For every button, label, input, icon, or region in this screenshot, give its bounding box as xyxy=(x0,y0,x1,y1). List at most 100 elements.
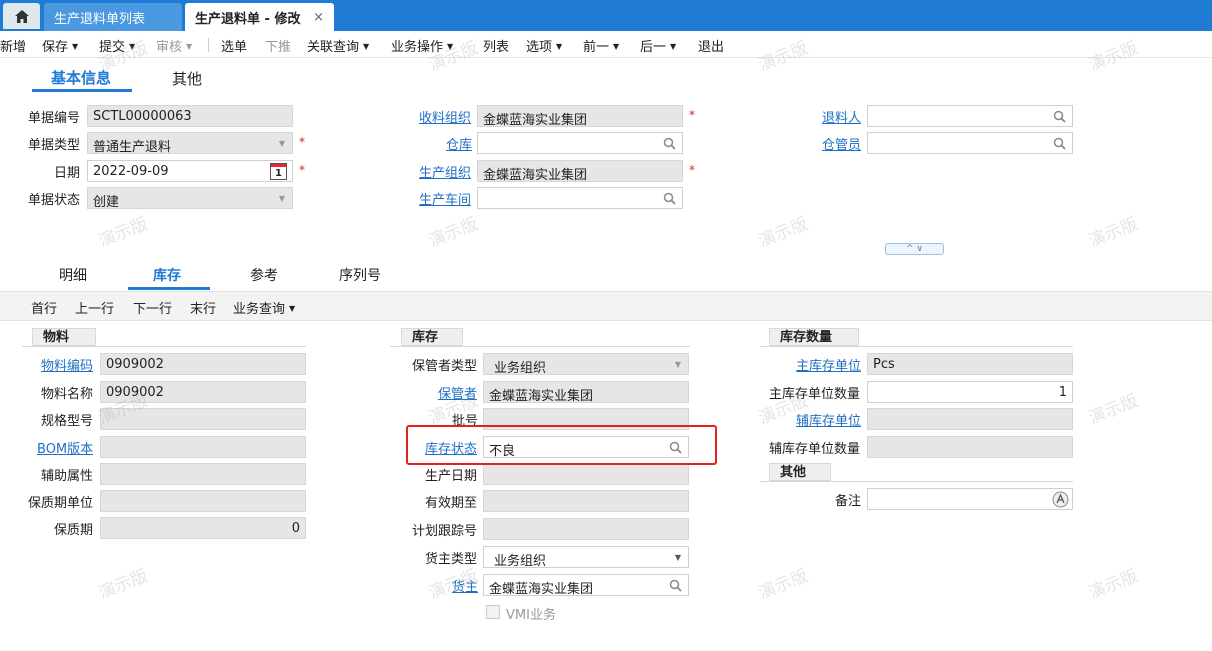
bom-field[interactable] xyxy=(100,436,306,458)
spec-field[interactable] xyxy=(100,408,306,430)
tab-detail[interactable]: 明细 xyxy=(59,265,87,285)
next-record-label: 后一 xyxy=(640,40,667,55)
tab-reference[interactable]: 参考 xyxy=(250,265,278,285)
business-query-button[interactable]: 业务查询 ▼ xyxy=(233,298,295,317)
select-bill-button[interactable]: 选单 xyxy=(221,36,247,55)
chevron-down-icon: ▼ xyxy=(129,42,136,51)
search-icon[interactable] xyxy=(663,192,676,205)
options-button[interactable]: 选项 ▼ xyxy=(526,36,562,55)
business-ops-button[interactable]: 业务操作 ▼ xyxy=(391,36,453,55)
bom-link[interactable]: BOM版本 xyxy=(37,438,93,457)
search-icon[interactable] xyxy=(669,579,682,592)
submit-button[interactable]: 提交 ▼ xyxy=(99,36,135,55)
returner-field[interactable] xyxy=(867,105,1073,127)
chevron-down-icon: ▼ xyxy=(289,304,296,313)
recv-org-link[interactable]: 收料组织 xyxy=(419,107,471,126)
main-unit-field[interactable]: Pcs xyxy=(867,353,1073,375)
vmi-checkbox[interactable] xyxy=(486,605,500,619)
remark-field[interactable] xyxy=(867,488,1073,510)
search-icon[interactable] xyxy=(1053,110,1066,123)
warehouse-link[interactable]: 仓库 xyxy=(446,134,472,153)
main-unit-link[interactable]: 主库存单位 xyxy=(796,355,861,374)
required-mark: * xyxy=(689,163,695,177)
material-section-header: 物料 xyxy=(32,328,96,346)
home-tab[interactable] xyxy=(3,3,40,29)
first-row-button[interactable]: 首行 xyxy=(31,298,57,317)
aux-qty-field[interactable] xyxy=(867,436,1073,458)
main-qty-field[interactable]: 1 xyxy=(867,381,1073,403)
bill-type-select[interactable]: 普通生产退料 ▼ xyxy=(87,132,293,154)
owner-field[interactable]: 金蝶蓝海实业集团 xyxy=(483,574,689,596)
section-divider xyxy=(22,346,306,347)
workshop-link[interactable]: 生产车间 xyxy=(419,189,471,208)
vmi-label: VMI业务 xyxy=(506,608,556,623)
keeper-link[interactable]: 仓管员 xyxy=(822,134,861,153)
owner-type-label: 货主类型 xyxy=(425,552,478,567)
prod-org-field[interactable]: 金蝶蓝海实业集团 xyxy=(477,160,683,182)
related-query-button[interactable]: 关联查询 ▼ xyxy=(307,36,369,55)
save-button[interactable]: 保存 ▼ xyxy=(42,36,78,55)
material-code-field[interactable]: 0909002 xyxy=(100,353,306,375)
multilang-icon[interactable] xyxy=(1052,491,1069,508)
spec-label: 规格型号 xyxy=(41,414,94,429)
new-button[interactable]: 新增 xyxy=(0,36,26,55)
warehouse-field[interactable] xyxy=(477,132,683,154)
workshop-field[interactable] xyxy=(477,187,683,209)
mto-label: 计划跟踪号 xyxy=(412,524,478,539)
section-divider xyxy=(390,346,690,347)
aux-attr-field[interactable] xyxy=(100,463,306,485)
recv-org-field[interactable]: 金蝶蓝海实业集团 xyxy=(477,105,683,127)
date-field[interactable]: 2022-09-09 1 xyxy=(87,160,293,182)
tab-bill-list[interactable]: 生产退料单列表 xyxy=(44,3,182,31)
collapse-toggle[interactable]: ^ ∨ xyxy=(885,243,944,255)
remark-label: 备注 xyxy=(835,494,862,509)
tab-stock[interactable]: 库存 xyxy=(153,265,181,285)
business-ops-label: 业务操作 xyxy=(391,40,444,55)
chevron-down-icon: ▼ xyxy=(278,193,286,203)
tab-basic-info[interactable]: 基本信息 xyxy=(51,67,111,88)
chevron-down-icon: ▼ xyxy=(186,42,193,51)
main-qty-label: 主库存单位数量 xyxy=(769,387,861,402)
keeper-type-select[interactable]: 业务组织 ▼ xyxy=(483,353,689,375)
tab-bill-list-label: 生产退料单列表 xyxy=(54,11,146,27)
shelf-life-field[interactable]: 0 xyxy=(100,517,306,539)
calendar-icon[interactable]: 1 xyxy=(270,163,287,180)
shelf-unit-field[interactable] xyxy=(100,490,306,512)
material-code-link[interactable]: 物料编码 xyxy=(41,355,93,374)
exit-button[interactable]: 退出 xyxy=(698,36,724,55)
stock-keeper-field[interactable]: 金蝶蓝海实业集团 xyxy=(483,381,689,403)
tab-bill-edit[interactable]: 生产退料单 - 修改 × xyxy=(185,3,334,31)
aux-attr-label: 辅助属性 xyxy=(41,469,94,484)
owner-link[interactable]: 货主 xyxy=(452,576,478,595)
prev-row-button[interactable]: 上一行 xyxy=(75,298,114,317)
search-icon[interactable] xyxy=(1053,137,1066,150)
prod-date-field[interactable] xyxy=(483,463,689,485)
prev-record-button[interactable]: 前一 ▼ xyxy=(583,36,619,55)
expiry-field[interactable] xyxy=(483,490,689,512)
list-button[interactable]: 列表 xyxy=(483,36,509,55)
material-name-field[interactable]: 0909002 xyxy=(100,381,306,403)
tab-serial[interactable]: 序列号 xyxy=(339,265,381,285)
audit-button-label: 审核 xyxy=(156,40,183,55)
mto-field[interactable] xyxy=(483,518,689,540)
next-record-button[interactable]: 后一 ▼ xyxy=(640,36,676,55)
last-row-button[interactable]: 末行 xyxy=(190,298,216,317)
close-icon[interactable]: × xyxy=(313,10,324,25)
audit-button[interactable]: 审核 ▼ xyxy=(156,36,192,55)
document-tab-strip: 生产退料单列表 生产退料单 - 修改 × xyxy=(0,0,1212,31)
stock-keeper-link[interactable]: 保管者 xyxy=(438,383,477,402)
tab-other[interactable]: 其他 xyxy=(172,68,202,89)
search-icon[interactable] xyxy=(663,137,676,150)
keeper-field[interactable] xyxy=(867,132,1073,154)
owner-type-select[interactable]: 业务组织 ▼ xyxy=(483,546,689,568)
returner-link[interactable]: 退料人 xyxy=(822,107,861,126)
section-divider xyxy=(760,481,1073,482)
status-select[interactable]: 创建 ▼ xyxy=(87,187,293,209)
next-row-button[interactable]: 下一行 xyxy=(133,298,172,317)
aux-unit-link[interactable]: 辅库存单位 xyxy=(796,410,861,429)
prod-org-link[interactable]: 生产组织 xyxy=(419,162,471,181)
aux-unit-field[interactable] xyxy=(867,408,1073,430)
qty-section-header: 库存数量 xyxy=(769,328,859,346)
push-down-button[interactable]: 下推 xyxy=(265,36,291,55)
bill-no-field[interactable]: SCTL00000063 xyxy=(87,105,293,127)
